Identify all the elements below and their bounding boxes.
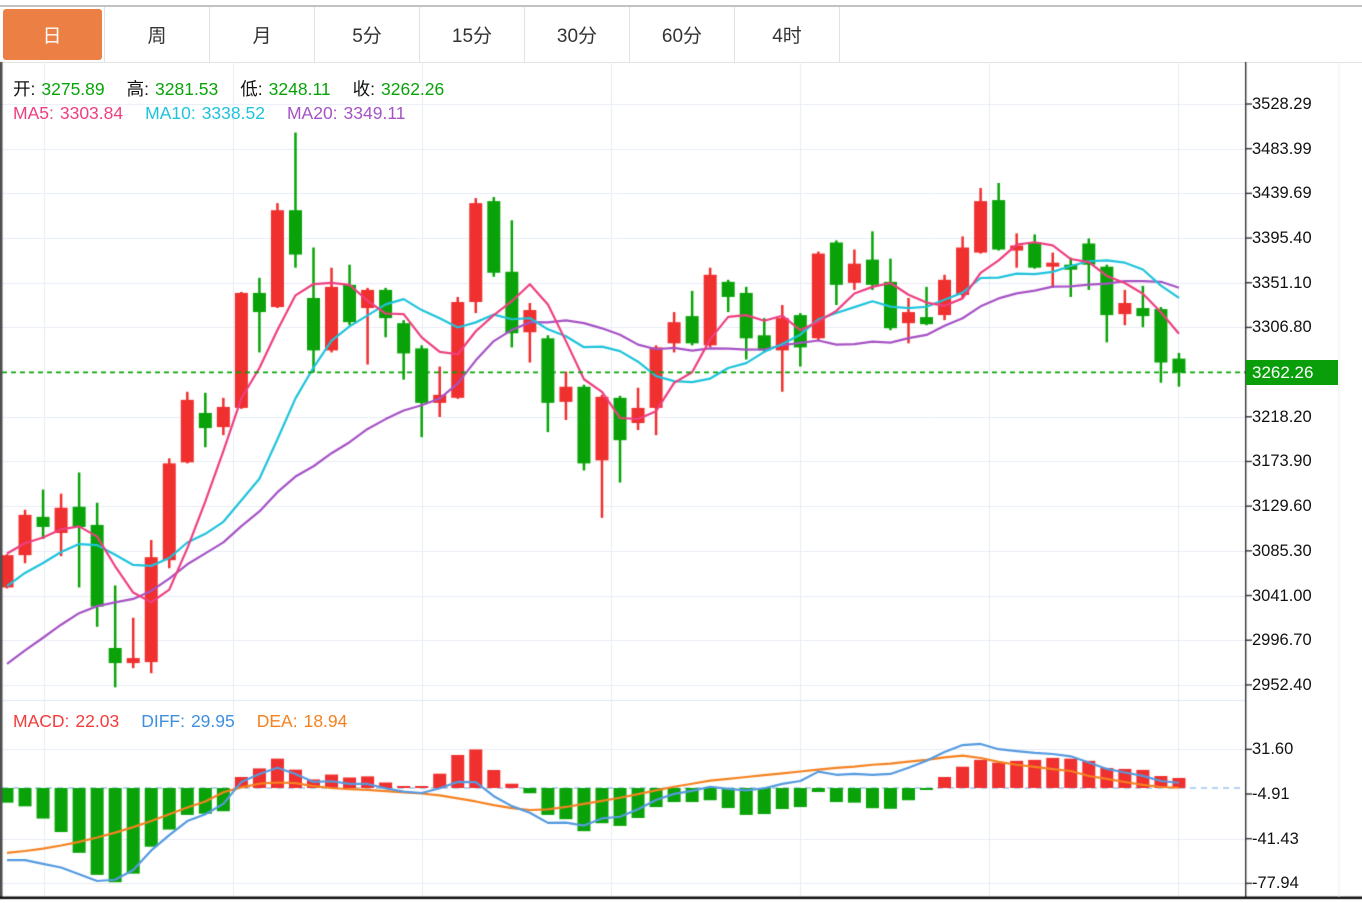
macd-tick-label: -4.91 bbox=[1252, 785, 1290, 803]
macd-tick-label: 31.60 bbox=[1252, 740, 1294, 759]
open-label: 开: bbox=[13, 79, 36, 99]
ma10-label: MA10: bbox=[145, 103, 196, 123]
open-value: 3275.89 bbox=[41, 79, 105, 99]
close-label: 收: bbox=[352, 79, 375, 99]
diff-label: DIFF: bbox=[141, 711, 185, 731]
price-tick-label: 3306.80 bbox=[1252, 318, 1312, 337]
price-tick-label: 3218.20 bbox=[1252, 407, 1312, 426]
macd-label: MACD: bbox=[13, 711, 70, 731]
price-tick-label: 3173.90 bbox=[1252, 452, 1312, 471]
high-value: 3281.53 bbox=[155, 79, 219, 99]
price-tick-label: 2996.70 bbox=[1252, 631, 1312, 650]
close-value: 3262.26 bbox=[381, 79, 445, 99]
macd-tick-label: -41.43 bbox=[1252, 829, 1299, 848]
high-label: 高: bbox=[126, 79, 150, 99]
ma10-value: 3338.52 bbox=[201, 103, 265, 123]
dea-value: 18.94 bbox=[303, 711, 348, 731]
price-tick-label: 3528.29 bbox=[1252, 95, 1312, 113]
macd-legend: MACD: 22.03 DIFF: 29.95 DEA: 18.94 bbox=[13, 711, 353, 732]
dea-label: DEA: bbox=[256, 711, 298, 731]
price-tick-label: 2952.40 bbox=[1252, 675, 1312, 694]
price-tick-label: 3041.00 bbox=[1252, 586, 1312, 605]
current-price-badge: 3262.26 bbox=[1246, 359, 1338, 385]
price-tick-label: 3483.99 bbox=[1252, 139, 1312, 158]
low-label: 低: bbox=[240, 79, 263, 99]
ohlc-legend: 开: 3275.89 高: 3281.53 低: 3248.11 收: 3262.26 bbox=[13, 76, 450, 101]
trading-chart-window: 日周月5分15分30分60分4时 开:3275.89高:3281.53低:324… bbox=[0, 0, 1362, 903]
price-tick-label: 3351.10 bbox=[1252, 273, 1312, 292]
ma5-label: MA5: bbox=[13, 103, 54, 123]
price-tick-label: 3085.30 bbox=[1252, 541, 1312, 560]
price-tick-label: 3129.60 bbox=[1252, 497, 1312, 516]
ma20-value: 3349.11 bbox=[343, 103, 406, 123]
price-tick-label: 3439.69 bbox=[1252, 184, 1312, 203]
macd-tick-label: -77.94 bbox=[1252, 874, 1299, 893]
ma5-value: 3303.84 bbox=[59, 103, 124, 123]
ma20-label: MA20: bbox=[286, 103, 338, 123]
ma-legend: MA5: 3303.84 MA10: 3338.52 MA20: 3349.11 bbox=[13, 103, 412, 124]
chart-canvas[interactable] bbox=[0, 0, 1362, 903]
macd-value: 22.03 bbox=[75, 711, 120, 731]
low-value: 3248.11 bbox=[268, 79, 331, 99]
diff-value: 29.95 bbox=[190, 711, 235, 731]
price-tick-label: 3395.40 bbox=[1252, 229, 1312, 248]
